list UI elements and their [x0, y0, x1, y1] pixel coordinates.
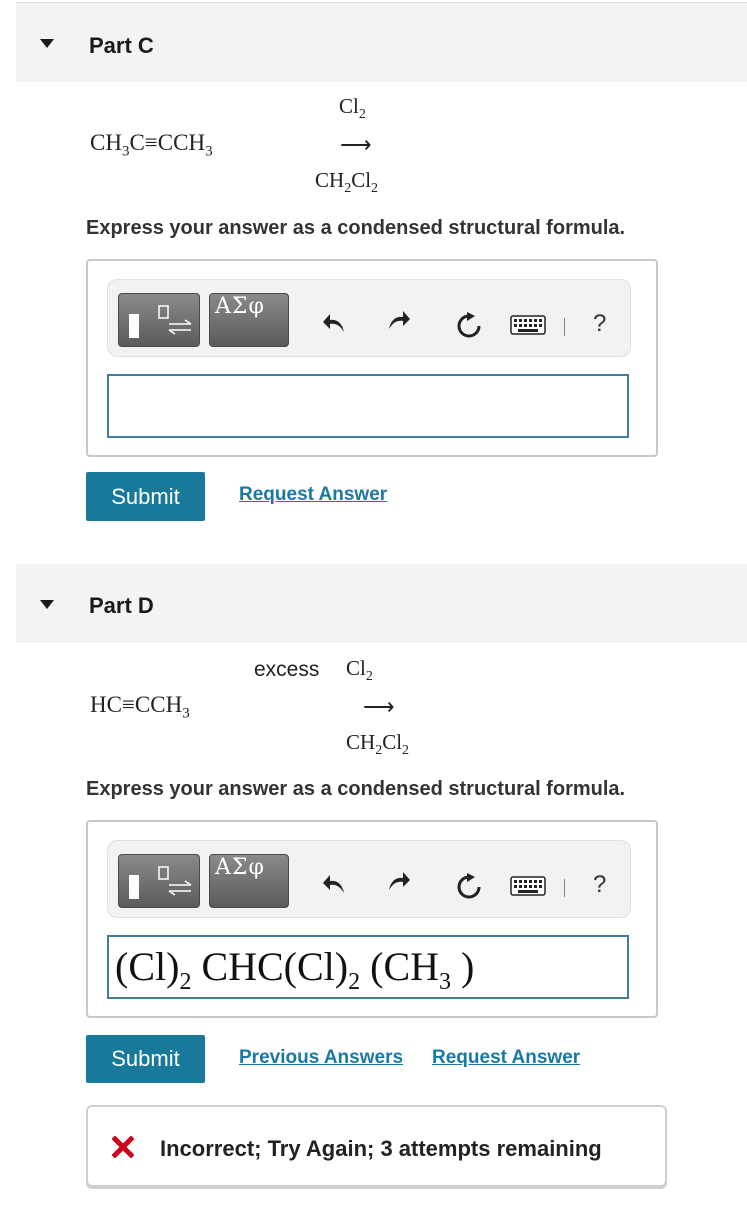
- part-d-title: Part D: [89, 593, 154, 618]
- math-toolbar: ΑΣφ ?: [107, 279, 631, 357]
- collapse-caret-icon[interactable]: [40, 39, 54, 48]
- part-d-solvent: CH2Cl2: [346, 730, 410, 759]
- part-d-answer-input[interactable]: (Cl)2 CHC(Cl)2 (CH3 ): [107, 935, 629, 999]
- redo-icon[interactable]: [385, 868, 411, 894]
- part-c-reactant: CH3C≡CCH3: [90, 130, 213, 160]
- redo-icon[interactable]: [385, 307, 411, 333]
- reset-icon[interactable]: [455, 873, 483, 901]
- symbols-label: ΑΣφ: [215, 855, 265, 880]
- symbols-label: ΑΣφ: [215, 294, 265, 319]
- undo-icon[interactable]: [322, 310, 348, 336]
- symbols-button[interactable]: ΑΣφ: [209, 293, 289, 347]
- part-d-answer-value: (Cl)2 CHC(Cl)2 (CH3 ): [115, 944, 475, 995]
- template-icon: [129, 305, 192, 338]
- part-c-request-answer-link[interactable]: Request Answer: [239, 484, 387, 506]
- part-c-answer-input[interactable]: [107, 374, 629, 438]
- part-c-reaction: CH3C≡CCH3 Cl2 ⟶ CH2Cl2: [0, 90, 747, 200]
- toolbar-divider: [564, 318, 565, 336]
- reaction-arrow-icon: ⟶: [340, 132, 372, 157]
- part-d-instruction: Express your answer as a condensed struc…: [86, 778, 626, 800]
- math-toolbar: ΑΣφ ?: [107, 840, 631, 918]
- part-c-title: Part C: [89, 33, 154, 58]
- collapse-caret-icon[interactable]: [40, 600, 54, 609]
- templates-button[interactable]: [118, 854, 200, 908]
- reaction-arrow-icon: ⟶: [363, 694, 395, 719]
- symbols-button[interactable]: ΑΣφ: [209, 854, 289, 908]
- part-d-request-answer-link[interactable]: Request Answer: [432, 1047, 580, 1069]
- part-d-answer-box: ΑΣφ ? (Cl)2 CHC(Cl)2 (CH3 ): [86, 820, 658, 1018]
- help-button[interactable]: ?: [593, 871, 606, 899]
- incorrect-x-icon: [112, 1136, 134, 1158]
- reset-icon[interactable]: [455, 312, 483, 340]
- help-button[interactable]: ?: [593, 310, 606, 338]
- keyboard-icon[interactable]: [510, 876, 546, 896]
- undo-icon[interactable]: [322, 871, 348, 897]
- part-c-answer-box: ΑΣφ ?: [86, 259, 658, 457]
- template-icon: [129, 866, 192, 899]
- toolbar-divider: [564, 879, 565, 897]
- part-d-reactant: HC≡CCH3: [90, 692, 190, 722]
- part-d-reaction: HC≡CCH3 excess Cl2 ⟶ CH2Cl2: [0, 652, 747, 762]
- part-d-previous-answers-link[interactable]: Previous Answers: [239, 1047, 403, 1069]
- part-d-reagent: Cl2: [346, 656, 373, 685]
- part-c-instruction: Express your answer as a condensed struc…: [86, 217, 626, 239]
- part-c-submit-button[interactable]: Submit: [86, 472, 205, 521]
- feedback-box: Incorrect; Try Again; 3 attempts remaini…: [86, 1105, 667, 1187]
- part-c-reagent: Cl2: [339, 94, 366, 123]
- part-d-header[interactable]: Part D: [16, 564, 747, 643]
- feedback-message: Incorrect; Try Again; 3 attempts remaini…: [160, 1136, 602, 1161]
- part-d-reagent-prefix: excess: [254, 658, 320, 681]
- keyboard-icon[interactable]: [510, 315, 546, 335]
- templates-button[interactable]: [118, 293, 200, 347]
- part-d-submit-button[interactable]: Submit: [86, 1035, 205, 1083]
- part-c-header[interactable]: Part C: [16, 3, 747, 82]
- part-c-solvent: CH2Cl2: [315, 168, 379, 197]
